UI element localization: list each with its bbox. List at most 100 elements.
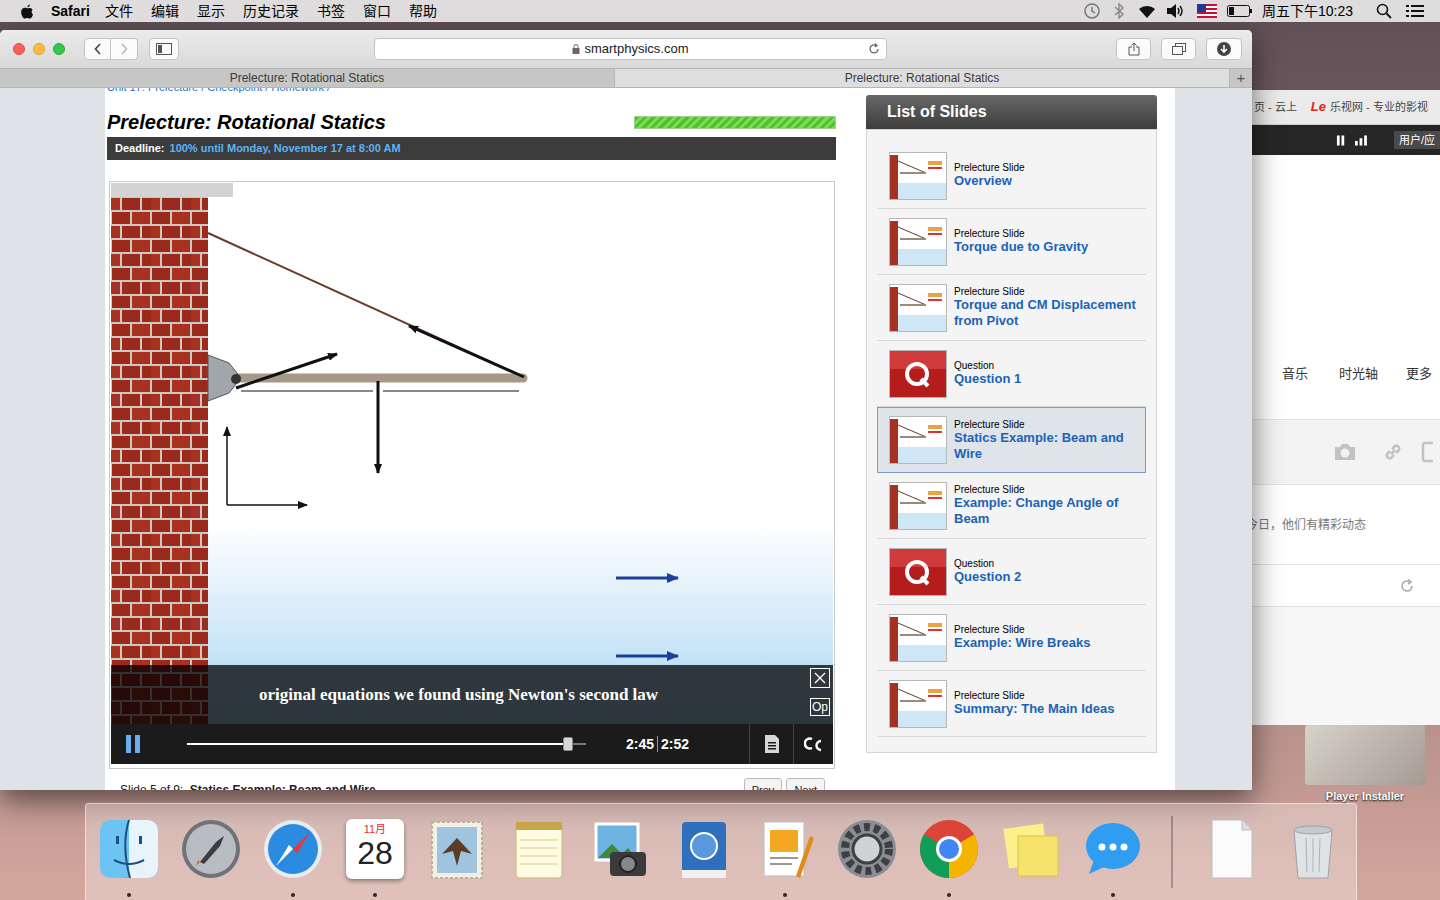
dock-item[interactable] (506, 816, 572, 897)
signal-icon[interactable] (1355, 135, 1368, 146)
dock-item[interactable] (998, 816, 1064, 897)
dock-item[interactable] (1080, 816, 1146, 897)
battery-icon[interactable] (1227, 5, 1253, 17)
safari-window[interactable]: smartphysics.com Prelecture: Rotational … (0, 30, 1252, 790)
dock-item[interactable] (1280, 816, 1346, 882)
preferences-icon[interactable] (834, 816, 900, 882)
slide-list-item[interactable]: QuestionQuestion 1 (877, 341, 1146, 407)
bluetooth-icon[interactable] (1113, 2, 1125, 20)
link-icon[interactable] (1382, 441, 1404, 463)
menu-item[interactable]: 文件 (96, 1, 142, 22)
dock-item[interactable] (178, 816, 244, 897)
pause-icon[interactable] (1336, 135, 1345, 146)
browser-tab[interactable]: 乐视网 - 专业的影视 (1330, 99, 1428, 116)
menu-item[interactable]: 帮助 (400, 1, 446, 22)
dock-item[interactable] (670, 816, 736, 897)
transcript-button[interactable] (749, 724, 793, 764)
dock-item[interactable] (260, 816, 326, 897)
slide-list-item[interactable]: Prelecture SlideSummary: The Main Ideas (877, 671, 1146, 737)
tab-bar: Prelecture: Rotational StaticsPrelecture… (0, 68, 1252, 88)
slide-list-item[interactable]: Prelecture SlideStatics Example: Beam an… (877, 407, 1146, 473)
menu-item[interactable]: 编辑 (142, 1, 188, 22)
play-pause-button[interactable] (122, 733, 144, 755)
photos-icon[interactable] (588, 816, 654, 882)
nav-item[interactable]: 更多 (1406, 364, 1432, 384)
launchpad-icon[interactable] (178, 816, 244, 882)
slide-list-item[interactable]: Prelecture SlideTorque and CM Displaceme… (877, 275, 1146, 341)
seek-track[interactable] (187, 737, 586, 751)
mail-icon[interactable] (424, 816, 490, 882)
browser-tab[interactable]: Prelecture: Rotational Statics (0, 69, 615, 87)
slide-title: Question 2 (954, 569, 1021, 585)
dock-item[interactable] (916, 816, 982, 897)
dock-item[interactable] (96, 816, 162, 897)
desktop-icon[interactable]: Player Installer (1290, 725, 1440, 805)
search-icon[interactable] (1376, 3, 1392, 19)
caption-options-button[interactable]: Op (810, 698, 830, 716)
pages-icon[interactable] (752, 816, 818, 882)
apple-icon[interactable] (19, 3, 35, 20)
seek-thumb[interactable] (563, 737, 573, 751)
dock-item[interactable] (588, 816, 654, 897)
refresh-icon[interactable] (1400, 579, 1414, 593)
browser-tab[interactable]: 页 - 云上 (1254, 99, 1297, 116)
menu-item[interactable]: 书签 (308, 1, 354, 22)
dictionary-icon[interactable] (670, 816, 736, 882)
menu-item[interactable]: 窗口 (354, 1, 400, 22)
caption-close-button[interactable] (810, 668, 830, 688)
slide-list-item[interactable]: Prelecture SlideTorque due to Gravity (877, 209, 1146, 275)
safari-icon[interactable] (260, 816, 326, 882)
volume-icon[interactable] (1165, 3, 1185, 19)
new-tab-button[interactable]: + (1230, 69, 1252, 87)
time-machine-icon[interactable] (1083, 2, 1101, 20)
slide-list-item[interactable]: Prelecture SlideExample: Wire Breaks (877, 605, 1146, 671)
wifi-icon[interactable] (1137, 3, 1157, 19)
messages-icon[interactable] (1080, 816, 1146, 882)
dock-item[interactable] (1198, 816, 1264, 882)
captions-button[interactable] (793, 724, 833, 764)
user-button[interactable]: 用户/应 (1394, 131, 1440, 150)
sidebar-button[interactable] (149, 38, 179, 60)
flag-icon[interactable] (1197, 4, 1217, 18)
list-icon[interactable] (1406, 4, 1424, 18)
back-button[interactable] (84, 38, 111, 60)
close-button[interactable] (13, 43, 25, 55)
camera-icon[interactable] (1333, 442, 1357, 462)
breadcrumb[interactable]: Unit 17: Prelecture / Checkpoint / Homew… (107, 88, 330, 93)
dock-item[interactable] (424, 816, 490, 897)
share-button[interactable] (1116, 38, 1151, 60)
document-icon[interactable] (1198, 816, 1264, 882)
clock[interactable]: 周五下午10:23 (1262, 1, 1353, 22)
dock-item[interactable] (752, 816, 818, 897)
downloads-button[interactable] (1206, 38, 1242, 60)
calendar-icon[interactable]: 11月28 (342, 816, 408, 882)
trash-icon[interactable] (1280, 816, 1346, 882)
tabs-button[interactable] (1161, 38, 1196, 60)
nav-item[interactable]: 时光轴 (1339, 364, 1378, 384)
reload-icon[interactable] (868, 43, 880, 55)
dock-item[interactable]: 11月28 (342, 816, 408, 897)
zoom-button[interactable] (53, 43, 65, 55)
minimize-button[interactable] (33, 43, 45, 55)
nav-item[interactable]: 音乐 (1282, 364, 1308, 384)
stickies-icon[interactable] (998, 816, 1064, 882)
address-bar[interactable]: smartphysics.com (374, 38, 887, 60)
next-button[interactable]: Next (786, 778, 825, 790)
menu-item[interactable]: 显示 (188, 1, 234, 22)
forward-button[interactable] (111, 38, 138, 60)
more-icon[interactable] (1421, 441, 1433, 463)
prev-button[interactable]: Prev (744, 778, 783, 790)
chrome-icon[interactable] (916, 816, 982, 882)
video-player[interactable]: original equations we found using Newton… (109, 181, 835, 769)
menu-item[interactable]: 历史记录 (234, 1, 308, 22)
tab-strip: 页 - 云上 Le 乐视网 - 专业的影视 (1252, 90, 1440, 125)
slide-list-item[interactable]: QuestionQuestion 2 (877, 539, 1146, 605)
background-window[interactable]: 页 - 云上 Le 乐视网 - 专业的影视 用户/应 音乐时光轴更多 今日，他们… (1252, 90, 1440, 725)
browser-tab[interactable]: Prelecture: Rotational Statics (615, 69, 1230, 87)
dock-item[interactable] (834, 816, 900, 897)
finder-icon[interactable] (96, 816, 162, 882)
app-menu[interactable]: Safari (51, 1, 90, 22)
slide-list-item[interactable]: Prelecture SlideExample: Change Angle of… (877, 473, 1146, 539)
notes-icon[interactable] (506, 816, 572, 882)
slide-list-item[interactable]: Prelecture SlideOverview (877, 143, 1146, 209)
